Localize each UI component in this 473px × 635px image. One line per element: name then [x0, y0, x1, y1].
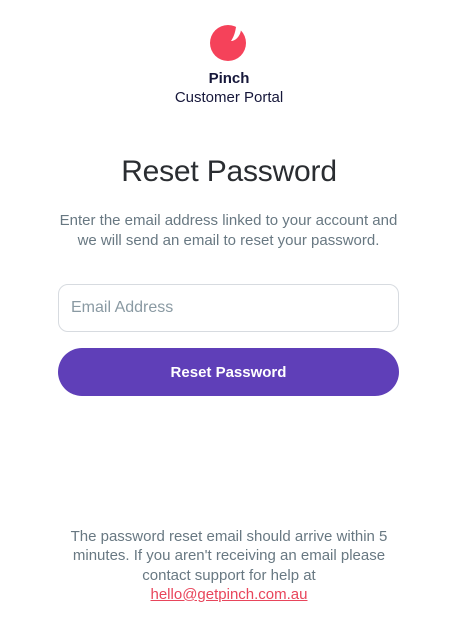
- support-info-text: The password reset email should arrive w…: [70, 528, 388, 584]
- brand-name: Pinch: [208, 70, 250, 87]
- reset-password-page: Pinch Customer Portal Reset Password Ent…: [0, 0, 473, 635]
- reset-password-button[interactable]: Reset Password: [58, 348, 399, 396]
- pinch-logo-icon: [210, 25, 246, 61]
- brand-subtitle: Customer Portal: [174, 89, 284, 106]
- page-title: Reset Password: [121, 155, 337, 188]
- email-address-input[interactable]: [58, 284, 399, 332]
- instructions-text: Enter the email address linked to your a…: [59, 212, 398, 249]
- support-email-link[interactable]: hello@getpinch.com.au: [151, 586, 308, 603]
- support-info: The password reset email should arrive w…: [50, 527, 408, 604]
